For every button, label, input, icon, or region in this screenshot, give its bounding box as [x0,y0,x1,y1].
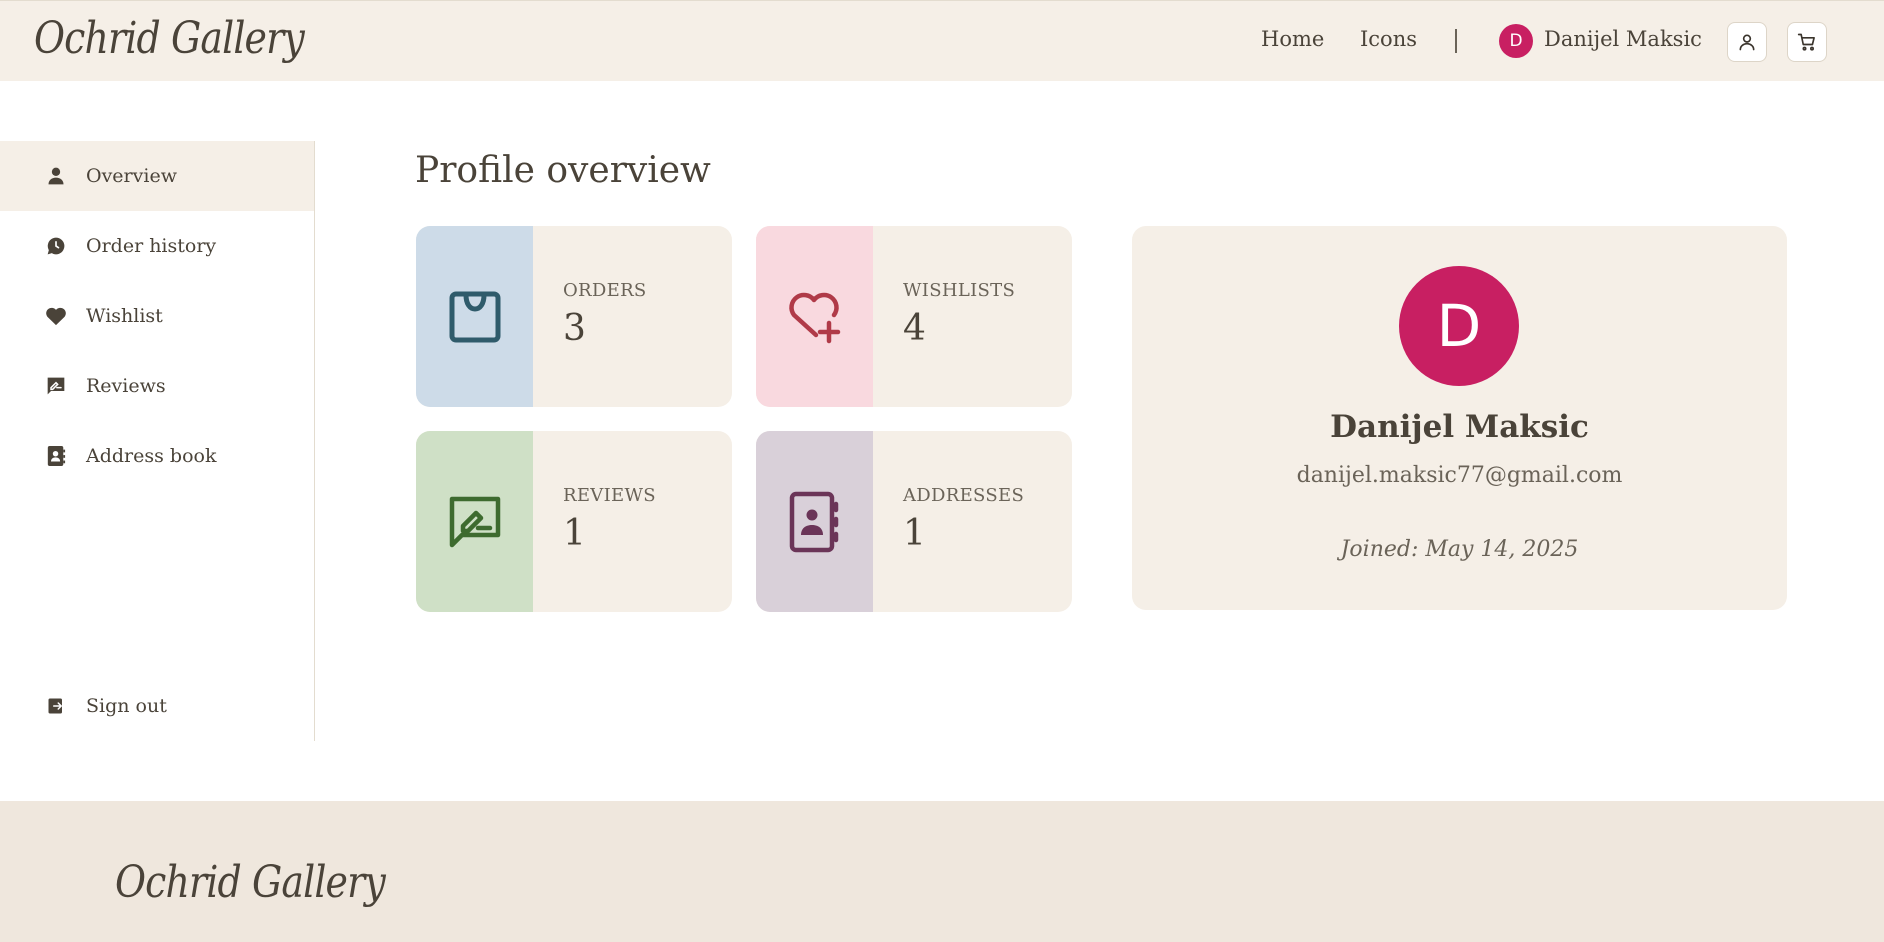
nav-divider [1455,29,1457,53]
profile-avatar: D [1399,266,1519,386]
stat-value: 4 [903,308,926,349]
sign-out-icon [45,695,67,717]
stat-band-orders [416,226,533,407]
heart-plus-icon [788,292,840,343]
page-title: Profile overview [415,150,711,191]
sidebar-item-order-history[interactable]: Order history [0,211,314,281]
site-header: Ochrid Gallery Home Icons D Danijel Maks… [0,0,1884,81]
review-icon [45,375,67,397]
nav-home-link[interactable]: Home [1261,27,1324,51]
header-avatar[interactable]: D [1499,24,1533,58]
sidebar-item-label: Order history [86,235,217,257]
sidebar-item-wishlist[interactable]: Wishlist [0,281,314,351]
sidebar-item-reviews[interactable]: Reviews [0,351,314,421]
stat-value: 1 [903,513,926,554]
cart-icon [1797,33,1815,51]
stat-card-wishlists[interactable]: WISHLISTS 4 [756,226,1072,407]
user-icon [1739,34,1755,51]
profile-card: D Danijel Maksic danijel.maksic77@gmail.… [1132,226,1787,610]
stat-value: 3 [563,308,586,349]
heart-icon [45,305,67,327]
profile-button[interactable] [1727,22,1767,62]
stat-band-reviews [416,431,533,612]
sign-out-button[interactable]: Sign out [0,671,314,741]
footer-logo[interactable]: Ochrid Gallery [115,857,386,908]
header-user-name[interactable]: Danijel Maksic [1544,27,1702,51]
stat-value: 1 [563,513,586,554]
sidebar-item-label: Wishlist [86,305,163,327]
stat-card-orders[interactable]: ORDERS 3 [416,226,732,407]
review-icon [449,496,500,547]
profile-name: Danijel Maksic [1330,409,1589,445]
sidebar-item-label: Address book [86,445,217,467]
stat-label: REVIEWS [563,485,656,506]
sign-out-label: Sign out [86,695,167,717]
sidebar-item-label: Reviews [86,375,166,397]
sidebar-item-label: Overview [86,165,177,187]
stat-label: WISHLISTS [903,280,1016,301]
account-sidebar: Overview Order history Wishlist Reviews … [0,141,315,741]
stat-band-wishlists [756,226,873,407]
profile-email: danijel.maksic77@gmail.com [1296,463,1623,488]
nav-icons-link[interactable]: Icons [1360,27,1417,51]
stat-label: ADDRESSES [903,485,1025,506]
user-icon [45,165,67,187]
sidebar-item-address-book[interactable]: Address book [0,421,314,491]
address-book-icon [45,445,67,467]
sidebar-item-overview[interactable]: Overview [0,141,314,211]
history-icon [45,235,67,257]
stat-label: ORDERS [563,280,647,301]
stat-band-addresses [756,431,873,612]
site-footer: Ochrid Gallery [0,801,1884,942]
shopping-bag-icon [449,291,500,342]
profile-joined-date: Joined: May 14, 2025 [1340,537,1579,562]
stat-card-reviews[interactable]: REVIEWS 1 [416,431,732,612]
address-book-icon [789,491,838,552]
site-logo[interactable]: Ochrid Gallery [34,13,305,64]
stat-card-addresses[interactable]: ADDRESSES 1 [756,431,1072,612]
cart-button[interactable] [1787,22,1827,62]
